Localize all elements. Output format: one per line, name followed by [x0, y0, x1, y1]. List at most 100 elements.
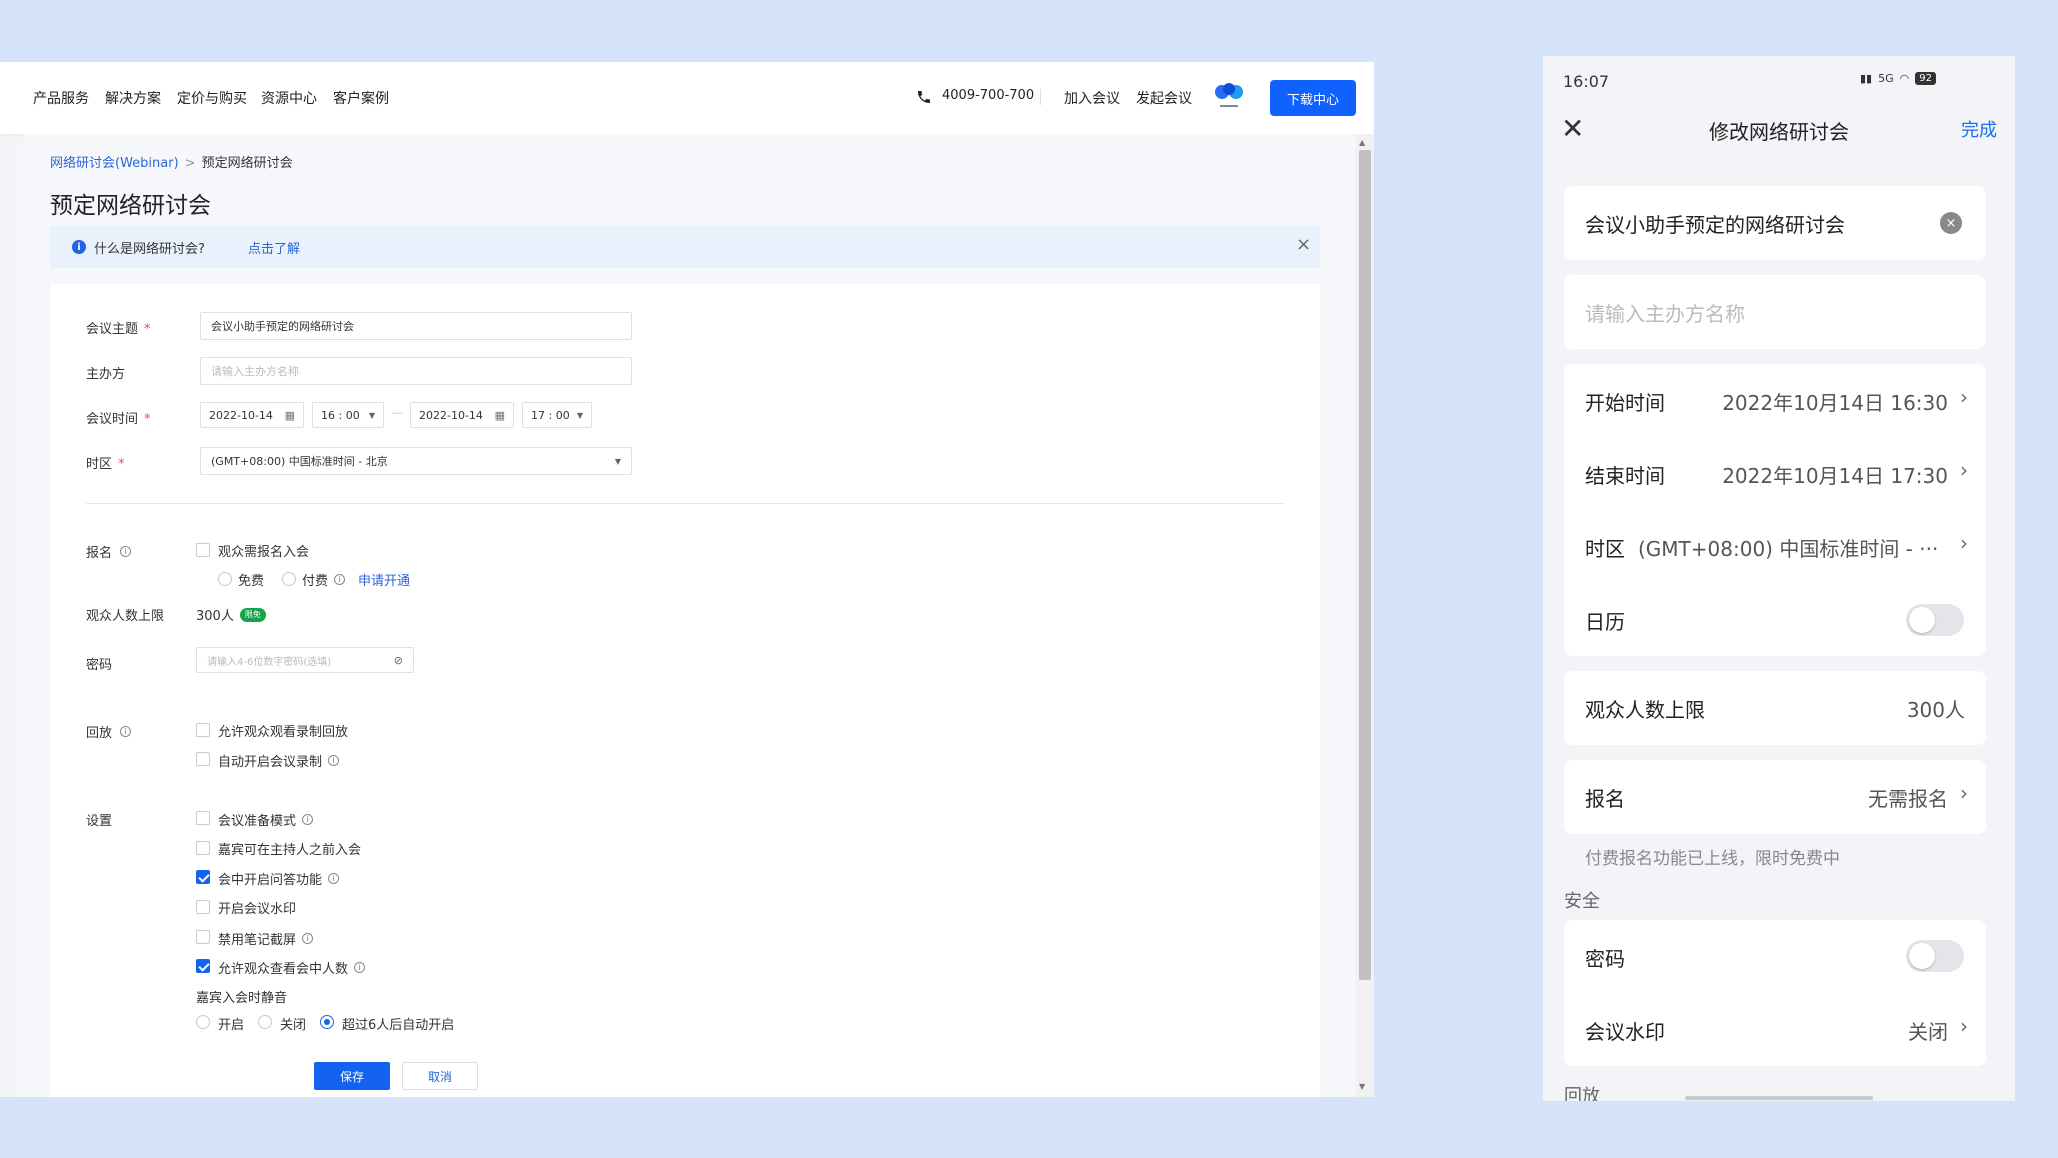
form-divider [86, 503, 1284, 504]
audience-limit-value: 300人 限免 [196, 605, 266, 624]
password-toggle[interactable] [1906, 940, 1964, 972]
qa-enabled-label: 会中开启问答功能 i [218, 869, 340, 888]
show-count-checkbox[interactable] [196, 959, 210, 973]
cancel-button[interactable]: 取消 [402, 1062, 478, 1090]
registration-row[interactable]: 报名 无需报名 › [1564, 760, 1986, 834]
registration-required-checkbox[interactable] [196, 543, 210, 557]
host-input[interactable]: 请输入主办方名称 [200, 357, 632, 385]
calendar-toggle[interactable] [1906, 604, 1964, 636]
help-icon[interactable]: i [120, 546, 132, 557]
apply-activation-link[interactable]: 申请开通 [358, 570, 410, 589]
nav-item-pricing[interactable]: 定价与购买 [177, 88, 247, 108]
save-button[interactable]: 保存 [314, 1062, 390, 1090]
nav-item-cases[interactable]: 客户案例 [333, 88, 389, 108]
close-icon[interactable]: ✕ [1561, 112, 1584, 145]
mute-off-radio[interactable] [258, 1015, 272, 1029]
audience-limit-label: 观众人数上限 [1585, 698, 1705, 722]
end-time-label: 结束时间 [1585, 464, 1665, 488]
start-time-row[interactable]: 开始时间 2022年10月14日 16:30 › [1564, 364, 1986, 437]
start-time-select[interactable]: 16 : 00 ▼ [312, 402, 384, 428]
battery-icon: 92 [1915, 72, 1936, 85]
start-date-picker[interactable]: 2022-10-14 ▦ [200, 402, 304, 428]
chevron-right-icon: › [1960, 1014, 1968, 1038]
download-center-button[interactable]: 下载中心 [1270, 80, 1356, 116]
home-indicator [1685, 1096, 1873, 1100]
learn-more-link[interactable]: 点击了解 [248, 238, 300, 257]
help-icon[interactable]: i [328, 873, 340, 884]
webinar-form: 会议主题 * 会议小助手预定的网络研讨会 主办方 请输入主办方名称 会议时间 * 2… [50, 284, 1320, 1097]
password-label: 密码 [86, 658, 113, 673]
scrollbar-thumb[interactable] [1359, 150, 1371, 980]
auto-record-checkbox[interactable] [196, 752, 210, 766]
main-content: 网络研讨会(Webinar) > 预定网络研讨会 预定网络研讨会 i 什么是网络研讨… [22, 134, 1358, 1097]
help-icon[interactable]: i [302, 814, 314, 825]
timezone-row[interactable]: 时区 (GMT+08:00) 中国标准时间 - ··· › [1564, 510, 1986, 583]
password-row: 密码 [1564, 920, 1986, 993]
free-badge: 限免 [239, 607, 266, 622]
brand-logo-icon[interactable] [1212, 78, 1246, 112]
breadcrumb-webinar-link[interactable]: 网络研讨会(Webinar) [50, 156, 179, 171]
hotline-number: 4009-700-700 [942, 88, 1035, 103]
registration-free-radio[interactable] [218, 572, 232, 586]
show-count-label: 允许观众查看会中人数 i [218, 958, 366, 977]
password-input[interactable]: 请输入4-6位数字密码(选填) ⊘ [196, 647, 414, 673]
mobile-topic-input[interactable]: 会议小助手预定的网络研讨会 [1585, 209, 1845, 238]
start-time-label: 开始时间 [1585, 391, 1665, 415]
nav-item-solutions[interactable]: 解决方案 [105, 88, 161, 108]
help-icon[interactable]: i [302, 933, 314, 944]
wifi-icon: ◠ [1899, 72, 1910, 85]
start-time-value: 2022年10月14日 16:30 [1722, 391, 1948, 415]
mute-off-label: 关闭 [280, 1018, 307, 1033]
replay-allow-checkbox[interactable] [196, 723, 210, 737]
replay-allow-label: 允许观众观看录制回放 [218, 725, 349, 740]
end-time-select[interactable]: 17 : 00 ▼ [522, 402, 592, 428]
join-meeting-link[interactable]: 加入会议 [1064, 88, 1120, 108]
guest-before-host-checkbox[interactable] [196, 841, 210, 855]
chevron-down-icon: ▼ [614, 456, 621, 466]
mute-on-radio[interactable] [196, 1015, 210, 1029]
close-icon[interactable]: × [1296, 234, 1311, 255]
qa-enabled-checkbox[interactable] [196, 870, 210, 884]
timezone-label: 时区 [1585, 537, 1625, 561]
calendar-row: 日历 [1564, 583, 1986, 656]
meeting-time-label: 会议时间 * [86, 412, 151, 427]
security-section-header: 安全 [1564, 891, 1600, 912]
nav-item-resources[interactable]: 资源中心 [261, 88, 317, 108]
clear-icon[interactable]: × [1940, 212, 1962, 234]
done-button[interactable]: 完成 [1961, 116, 1997, 142]
audience-limit-value: 300人 [1906, 698, 1965, 722]
info-icon: i [72, 240, 86, 254]
chevron-right-icon: › [1960, 458, 1968, 482]
prep-mode-checkbox[interactable] [196, 811, 210, 825]
calendar-icon: ▦ [284, 408, 295, 422]
page-title: 预定网络研讨会 [50, 193, 211, 219]
nav-item-products[interactable]: 产品服务 [33, 88, 89, 108]
scroll-down-icon[interactable]: ▼ [1359, 1082, 1365, 1091]
timezone-value: (GMT+08:00) 中国标准时间 - ··· [1638, 537, 1939, 561]
chevron-right-icon: › [1960, 531, 1968, 555]
timezone-select[interactable]: (GMT+08:00) 中国标准时间 - 北京 ▼ [200, 447, 632, 475]
topic-card[interactable]: 会议小助手预定的网络研讨会 × [1564, 186, 1986, 260]
chevron-down-icon: ▼ [368, 410, 375, 420]
help-icon[interactable]: i [354, 962, 366, 973]
watermark-row[interactable]: 会议水印 关闭 › [1564, 993, 1986, 1066]
registration-paid-radio[interactable] [282, 572, 296, 586]
mobile-host-input[interactable]: 请输入主办方名称 [1585, 298, 1745, 327]
mute-auto-label: 超过6人后自动开启 [342, 1018, 455, 1033]
disable-screenshot-checkbox[interactable] [196, 930, 210, 944]
start-meeting-link[interactable]: 发起会议 [1136, 88, 1192, 108]
network-type: 5G [1878, 72, 1894, 85]
topic-input[interactable]: 会议小助手预定的网络研讨会 [200, 312, 632, 340]
scroll-up-icon[interactable]: ▲ [1359, 138, 1365, 147]
end-time-row[interactable]: 结束时间 2022年10月14日 17:30 › [1564, 437, 1986, 510]
topic-label: 会议主题 * [86, 322, 151, 337]
help-icon[interactable]: i [120, 726, 132, 737]
watermark-checkbox[interactable] [196, 900, 210, 914]
mute-auto-radio[interactable] [320, 1015, 334, 1029]
help-icon[interactable]: i [334, 574, 346, 585]
eye-off-icon[interactable]: ⊘ [394, 654, 403, 667]
end-date-picker[interactable]: 2022-10-14 ▦ [410, 402, 514, 428]
help-icon[interactable]: i [328, 755, 340, 766]
host-card[interactable]: 请输入主办方名称 [1564, 275, 1986, 349]
mobile-app-panel: 16:07 ▮▮ 5G ◠ 92 修改网络研讨会 ✕ 完成 会议小助手预定的网络… [1543, 56, 2015, 1101]
